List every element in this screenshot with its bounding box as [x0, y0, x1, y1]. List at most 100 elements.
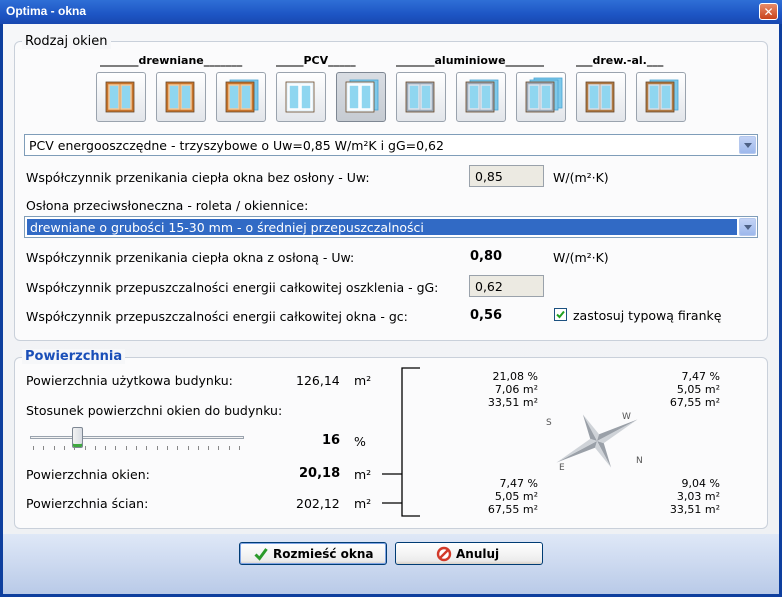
- category-drew-al: ___drew.-al.___: [576, 54, 664, 67]
- uw2-label: Współczynnik przenikania ciepła okna z o…: [26, 250, 355, 265]
- close-button[interactable]: ✕: [759, 3, 778, 20]
- anuluj-label: Anuluj: [456, 547, 500, 561]
- okien-unit: m²: [354, 467, 372, 482]
- rozmiesc-okna-button[interactable]: Rozmieść okna: [239, 542, 387, 565]
- window-alu-1-icon: [405, 81, 435, 113]
- scian-label: Powierzchnia ścian:: [26, 496, 149, 511]
- window-wood-alu-2-icon: [645, 79, 679, 113]
- uw-field[interactable]: 0,85: [469, 165, 544, 187]
- uzytkowa-unit: m²: [354, 373, 372, 388]
- slider-tick: [53, 446, 55, 450]
- category-pcv: _____PCV_____: [276, 54, 356, 67]
- window-type-button-10[interactable]: [636, 72, 686, 122]
- uw2-unit: W/(m²·K): [553, 250, 609, 265]
- window-type-button-4[interactable]: [276, 72, 326, 122]
- br-wall-area: 33,51 m²: [669, 503, 720, 516]
- quadrant-top-left: 21,08 % 7,06 m² 33,51 m²: [470, 370, 538, 409]
- window-wood-3-icon: [225, 79, 259, 113]
- tl-window-area: 7,06 m²: [494, 383, 538, 396]
- window-type-button-9[interactable]: [576, 72, 626, 122]
- button-bar: [3, 534, 779, 594]
- br-percent: 9,04 %: [681, 477, 720, 490]
- compass-rose-icon: S W E N: [546, 412, 643, 473]
- slider-tick: [156, 446, 158, 450]
- anuluj-button[interactable]: Anuluj: [395, 542, 543, 565]
- uw2-value: 0,80: [470, 249, 503, 264]
- chevron-down-icon[interactable]: [739, 136, 756, 154]
- category-aluminiowe: _______aluminiowe_______: [396, 54, 545, 67]
- slider-tick: [136, 446, 137, 450]
- window-pcv-2-icon: [345, 79, 379, 113]
- window-type-button-1[interactable]: [96, 72, 146, 122]
- checkmark-icon: [254, 548, 268, 561]
- slider-tick: [63, 446, 65, 450]
- oslona-select[interactable]: drewniane o grubości 15-30 mm - o średni…: [24, 216, 758, 238]
- stosunek-label: Stosunek powierzchni okien do budynku:: [26, 403, 283, 418]
- gg-value: 0,62: [475, 279, 503, 294]
- slider-thumb[interactable]: [71, 427, 83, 448]
- gg-label: Współczynnik przepuszczalności energii c…: [26, 280, 439, 295]
- quadrant-bottom-right: 9,04 % 3,03 m² 33,51 m²: [652, 477, 720, 516]
- compass-s-label: S: [546, 418, 552, 428]
- uw-value: 0,85: [475, 169, 503, 184]
- slider-tick: [146, 446, 148, 450]
- chevron-down-icon[interactable]: [739, 218, 756, 236]
- window-type-button-8[interactable]: [516, 72, 566, 122]
- gg-field[interactable]: 0,62: [469, 275, 544, 297]
- slider-tick: [105, 446, 107, 450]
- slider-tick: [228, 446, 230, 450]
- category-drewniane: _______drewniane_______: [100, 54, 243, 67]
- slider-tick: [239, 446, 240, 450]
- slider-tick: [166, 446, 168, 450]
- firanka-label: zastosuj typową firankę: [573, 308, 722, 323]
- slider-tick: [115, 446, 117, 450]
- window-type-button-5[interactable]: [336, 72, 386, 122]
- slider-tick: [43, 446, 45, 450]
- uzytkowa-value: 126,14: [296, 373, 340, 388]
- slider-tick: [218, 446, 220, 450]
- window-pcv-1-icon: [285, 81, 315, 113]
- gc-label: Współczynnik przepuszczalności energii c…: [26, 309, 408, 324]
- slider-tick: [177, 446, 179, 450]
- scian-unit: m²: [354, 496, 372, 511]
- compass-e-label: E: [559, 463, 565, 473]
- uzytkowa-label: Powierzchnia użytkowa budynku:: [26, 373, 233, 388]
- rozmiesc-okna-label: Rozmieść okna: [273, 547, 374, 561]
- window-type-button-3[interactable]: [216, 72, 266, 122]
- tl-wall-area: 33,51 m²: [487, 396, 538, 409]
- window-type-button-7[interactable]: [456, 72, 506, 122]
- window-title: Optima - okna: [6, 4, 87, 18]
- window-wood-alu-1-icon: [585, 81, 615, 113]
- okien-value: 20,18: [299, 466, 341, 481]
- bracket-lines: [382, 367, 420, 517]
- firanka-checkbox[interactable]: [554, 308, 567, 321]
- compass-w-label: W: [622, 412, 631, 422]
- window-wood-1-icon: [105, 81, 135, 113]
- slider-tick: [208, 446, 210, 450]
- compass-n-label: N: [636, 456, 643, 466]
- slider-tick: [125, 446, 127, 450]
- tr-wall-area: 67,55 m²: [669, 396, 720, 409]
- window-wood-2-icon: [165, 81, 195, 113]
- cancel-icon: [436, 546, 452, 562]
- check-icon: [556, 310, 565, 319]
- br-window-area: 3,03 m²: [676, 490, 720, 503]
- bl-percent: 7,47 %: [499, 477, 538, 490]
- tr-percent: 7,47 %: [681, 370, 720, 383]
- window-type-button-6[interactable]: [396, 72, 446, 122]
- uw-label: Współczynnik przenikania ciepła okna bez…: [26, 170, 370, 185]
- slider-tick: [94, 446, 96, 450]
- slider-tick: [84, 446, 86, 450]
- window-alu-3-icon: [525, 77, 563, 113]
- stosunek-slider[interactable]: [28, 427, 246, 452]
- window-type-button-2[interactable]: [156, 72, 206, 122]
- slider-track: [30, 436, 244, 439]
- bl-wall-area: 67,55 m²: [487, 503, 538, 516]
- slider-tick: [187, 446, 189, 450]
- window-type-value: PCV energooszczędne - trzyszybowe o Uw=0…: [29, 138, 444, 153]
- slider-tick: [33, 446, 34, 450]
- oslona-value: drewniane o grubości 15-30 mm - o średni…: [30, 220, 424, 235]
- window-alu-2-icon: [465, 79, 499, 113]
- window-type-select[interactable]: PCV energooszczędne - trzyszybowe o Uw=0…: [24, 134, 758, 156]
- gc-value: 0,56: [470, 308, 503, 323]
